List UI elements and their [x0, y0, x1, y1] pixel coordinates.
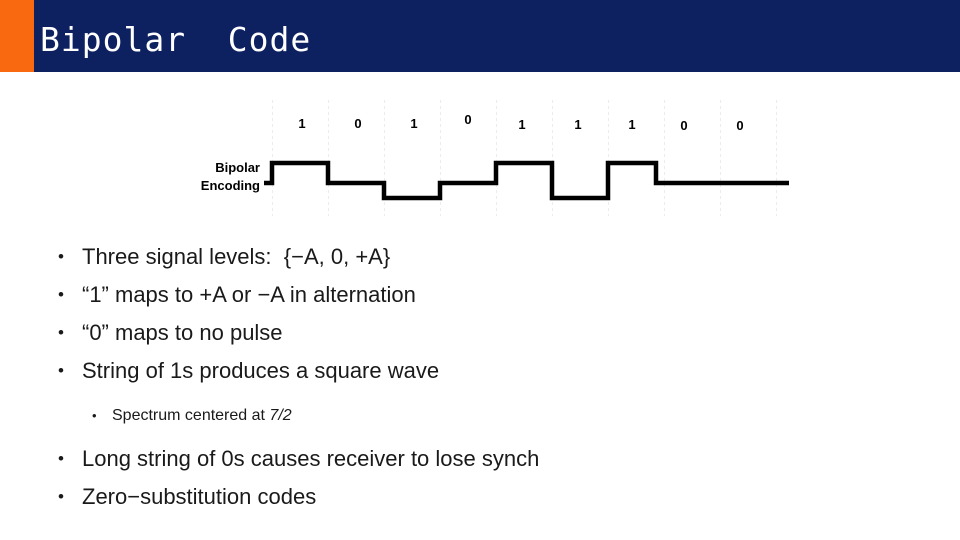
bullet-item: Long string of 0s causes receiver to los…: [0, 440, 960, 478]
waveform-trace: [264, 160, 789, 201]
bullet-item: Three signal levels: {−A, 0, +A}: [0, 238, 960, 276]
bullet-item: String of 1s produces a square wave: [0, 352, 960, 390]
bullet-item: Zero−substitution codes: [0, 478, 960, 516]
page-title: Bipolar Code: [40, 20, 312, 59]
sub-bullet-text: Spectrum centered at: [112, 407, 270, 424]
sub-bullet-item: Spectrum centered at 7/2: [0, 400, 960, 431]
slide-body: Three signal levels: {−A, 0, +A} “1” map…: [0, 238, 960, 516]
bullet-item: “1” maps to +A or −A in alternation: [0, 276, 960, 314]
bipolar-waveform-diagram: 1 0 1 0 1 1 1 0 0 Bipolar Encoding: [0, 72, 960, 232]
bullet-item: “0” maps to no pulse: [0, 314, 960, 352]
sub-bullet-term: 7/2: [269, 407, 292, 424]
header-accent-bar: [0, 0, 34, 72]
